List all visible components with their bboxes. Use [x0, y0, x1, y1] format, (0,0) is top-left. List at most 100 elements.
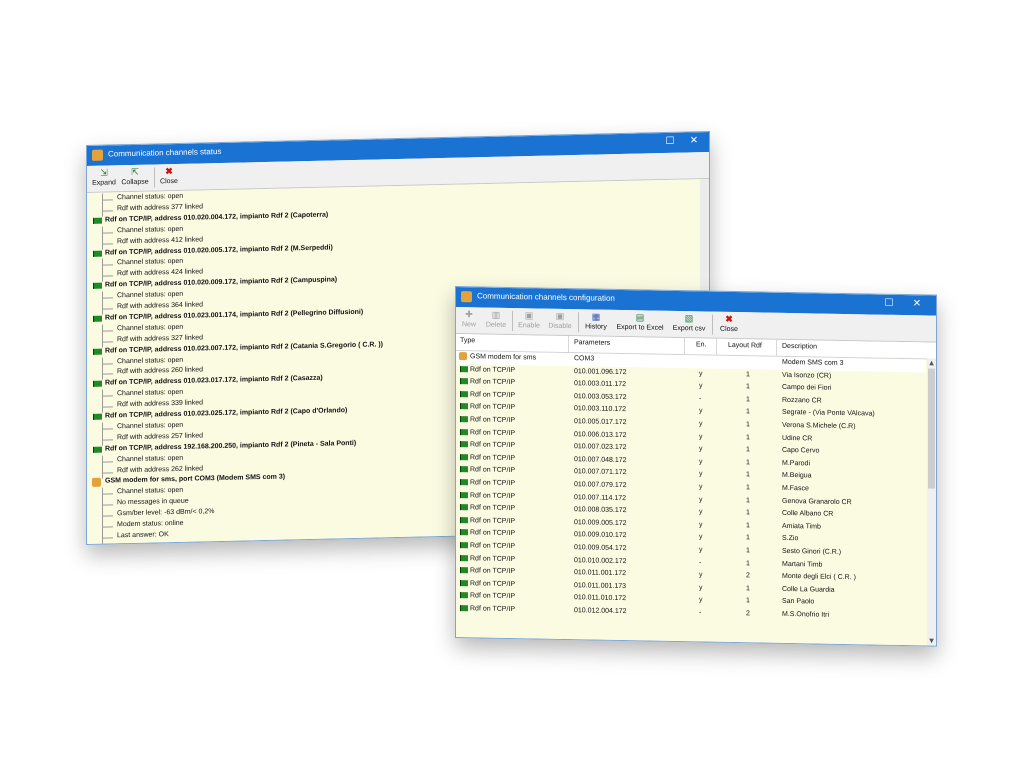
cell-type: Rdf on TCP/IP	[470, 605, 516, 614]
new-button[interactable]: ✚ New	[458, 308, 480, 328]
maximize-button[interactable]: ☐	[663, 136, 677, 147]
disable-button[interactable]: ▣ Disable	[545, 310, 575, 331]
toolbar-separator	[578, 312, 579, 333]
close-window-button[interactable]: ✕	[687, 135, 701, 146]
cell-params: 010.003.110.172	[574, 405, 627, 414]
close-button[interactable]: ✖ Close	[158, 165, 180, 185]
cell-desc: Martani Timb	[782, 560, 823, 569]
flag-icon	[460, 579, 468, 587]
tree-item-label: Rdf with address 339 linked	[117, 399, 203, 409]
col-enabled-header[interactable]: En.	[696, 341, 707, 348]
export-csv-label: Export csv	[672, 324, 706, 333]
cell-layout: 1	[746, 484, 750, 492]
cell-desc: M.Fasce	[782, 484, 809, 493]
column-divider[interactable]	[684, 338, 685, 355]
cell-type: GSM modem for sms	[470, 353, 537, 362]
cell-params: 010.011.001.173	[574, 581, 627, 590]
scroll-down-icon[interactable]: ▼	[927, 637, 936, 645]
cell-params: COM3	[574, 355, 595, 363]
tree-item-label: Last answer: OK	[117, 531, 169, 540]
col-layout-header[interactable]: Layout Rdf	[728, 342, 762, 350]
cell-desc: Segrate - (Via Ponte VAlcava)	[782, 409, 875, 418]
history-button[interactable]: ▦ History	[582, 310, 610, 331]
tree-item-label: Channel status: open	[117, 225, 184, 234]
col-type-header[interactable]: Type	[460, 337, 475, 344]
cell-en: y	[699, 546, 703, 554]
cell-type: Rdf on TCP/IP	[470, 378, 516, 387]
cell-desc: Udine CR	[782, 434, 813, 443]
maximize-button[interactable]: ☐	[882, 298, 896, 309]
close-window-button[interactable]: ✕	[910, 298, 924, 309]
col-parameters-header[interactable]: Parameters	[574, 339, 610, 347]
cell-en: y	[699, 458, 703, 466]
export-csv-button[interactable]: ▧ Export csv	[669, 312, 709, 333]
cell-type: Rdf on TCP/IP	[470, 517, 516, 525]
cell-params: 010.005.017.172	[574, 418, 627, 427]
cell-layout: 1	[746, 396, 750, 404]
cell-type: Rdf on TCP/IP	[470, 592, 516, 601]
cell-desc: Sesto Ginori (C.R.)	[782, 547, 842, 556]
flag-icon	[460, 554, 468, 561]
tree-item-label: Channel status: open	[117, 454, 184, 463]
cell-type: Rdf on TCP/IP	[470, 504, 516, 513]
tree-item-label: Channel status: open	[117, 389, 184, 398]
tree-item-label: Rdf with address 327 linked	[117, 334, 203, 343]
cell-layout: 1	[746, 597, 750, 605]
cell-params: 010.003.011.172	[574, 380, 627, 389]
cell-en: y	[699, 382, 703, 390]
flag-icon	[460, 466, 468, 473]
cell-en: y	[699, 470, 703, 478]
new-label: New	[461, 321, 476, 329]
cell-type: Rdf on TCP/IP	[470, 567, 516, 576]
tree-item-label: Channel status: open	[117, 323, 184, 333]
cell-en: y	[699, 445, 703, 453]
cell-en: y	[699, 521, 703, 529]
flag-icon	[460, 491, 468, 498]
col-description-header[interactable]: Description	[782, 343, 817, 351]
flag-icon	[460, 605, 468, 612]
flag-icon	[93, 413, 102, 420]
cell-layout: 2	[746, 610, 750, 618]
cell-en: y	[699, 571, 703, 579]
app-icon	[461, 291, 472, 303]
flag-icon	[460, 504, 468, 511]
cell-desc: Campo dei Fiori	[782, 384, 832, 392]
cell-type: Rdf on TCP/IP	[470, 580, 516, 588]
cell-params: 010.007.023.172	[574, 443, 627, 452]
channels-grid[interactable]: GSM modem for sms COM3 Modem SMS com 3 Rdf …	[456, 351, 936, 646]
flag-icon	[93, 348, 102, 355]
cell-params: 010.009.054.172	[574, 544, 627, 553]
enable-button[interactable]: ▣ Enable	[516, 309, 542, 329]
flag-icon	[93, 446, 102, 453]
modem-icon	[459, 352, 467, 361]
cell-layout: 1	[746, 471, 750, 479]
scroll-up-icon[interactable]: ▲	[927, 359, 936, 367]
delete-button[interactable]: ▥ Delete	[483, 309, 509, 329]
cell-desc: M.Beigua	[782, 472, 812, 480]
cell-type: Rdf on TCP/IP	[470, 542, 516, 551]
cell-type: Rdf on TCP/IP	[470, 365, 516, 374]
flag-icon	[93, 217, 102, 224]
cell-type: Rdf on TCP/IP	[470, 479, 516, 488]
scroll-thumb[interactable]	[928, 368, 935, 489]
grid-scrollbar[interactable]: ▲ ▼	[927, 358, 936, 646]
status-window-title: Communication channels status	[108, 146, 222, 159]
flag-icon	[460, 428, 468, 435]
calendar-icon: ▦	[591, 311, 601, 322]
export-excel-button[interactable]: ▤ Export to Excel	[613, 311, 667, 332]
column-divider[interactable]	[716, 338, 717, 355]
tree-item-label: Rdf with address 260 linked	[117, 366, 203, 376]
cell-type: Rdf on TCP/IP	[470, 491, 516, 500]
close-button[interactable]: ✖ Close	[717, 313, 741, 333]
column-divider[interactable]	[776, 339, 777, 356]
tree-item-label: Channel status: open	[117, 487, 184, 496]
cell-en: y	[699, 596, 703, 604]
collapse-icon: ⇱	[131, 166, 139, 177]
column-divider[interactable]	[568, 336, 569, 353]
cell-layout: 1	[746, 522, 750, 530]
expand-button[interactable]: ⇲ Expand	[91, 166, 117, 187]
flag-icon	[460, 592, 468, 599]
close-icon: ✖	[165, 166, 173, 177]
collapse-button[interactable]: ⇱ Collapse	[120, 166, 150, 187]
config-window: Communication channels configuration ☐ ✕…	[455, 286, 937, 647]
